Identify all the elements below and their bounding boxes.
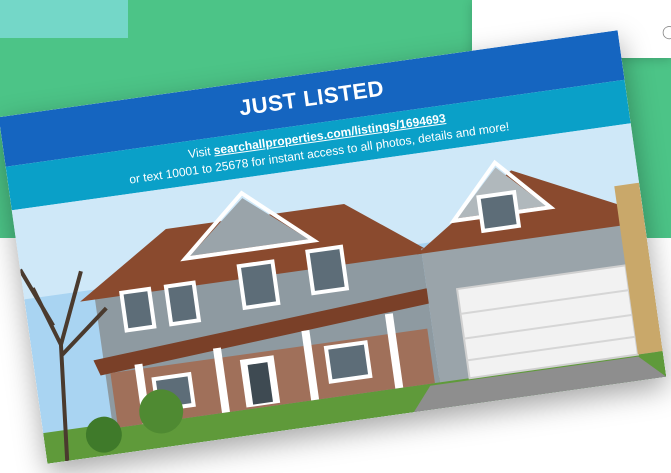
visit-prefix: Visit	[187, 143, 215, 162]
postcard-heading: JUST LISTED	[237, 75, 386, 121]
chat-bubble-icon: ◯	[662, 24, 671, 39]
background-teal-block	[0, 0, 128, 38]
